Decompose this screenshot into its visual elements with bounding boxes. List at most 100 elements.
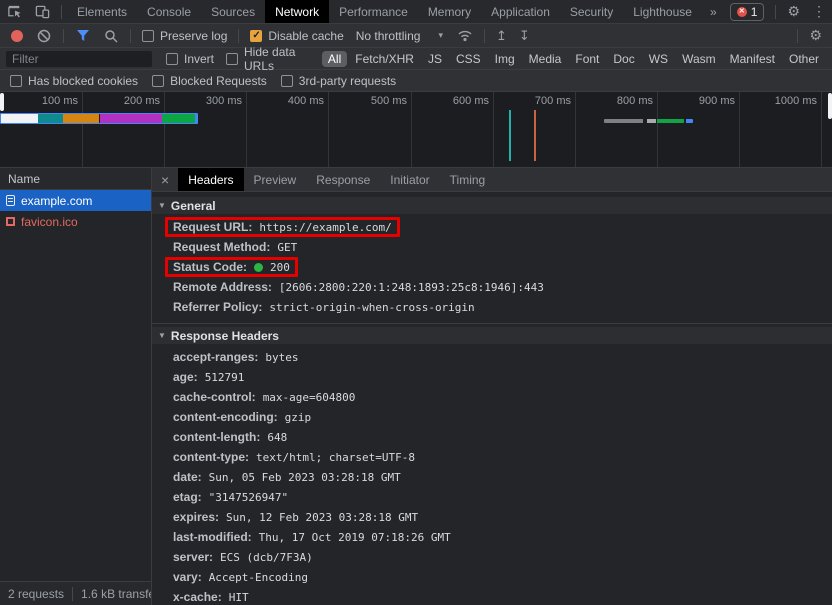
response-headers-section-header[interactable]: ▼ Response Headers — [152, 327, 832, 344]
close-icon[interactable]: × — [152, 172, 178, 188]
overview-gridline — [739, 92, 740, 167]
export-har-icon[interactable]: ↧ — [513, 28, 536, 44]
more-tabs-chevron[interactable]: » — [702, 5, 725, 19]
filter-option[interactable]: 3rd-party requests — [275, 74, 396, 88]
record-button[interactable] — [11, 30, 23, 42]
overview-request-bar[interactable] — [604, 119, 693, 123]
import-har-icon[interactable]: ↥ — [490, 28, 513, 44]
inspect-element-icon[interactable] — [6, 4, 22, 20]
resource-type-chip[interactable]: WS — [643, 51, 674, 67]
settings-gear-icon[interactable]: ⚙ — [781, 3, 806, 20]
overview-gridline — [411, 92, 412, 167]
overview-tick-label: 200 ms — [102, 95, 160, 107]
kebab-menu-icon[interactable]: ⋮ — [806, 3, 832, 20]
resource-type-chip[interactable]: All — [322, 51, 347, 67]
details-tab[interactable]: Preview — [244, 168, 307, 191]
details-tab[interactable]: Response — [306, 168, 380, 191]
disable-cache-label: Disable cache — [268, 29, 343, 43]
header-field-label: content-type: — [173, 450, 249, 464]
throttling-select[interactable]: No throttling — [356, 29, 421, 43]
resource-type-chip[interactable]: Doc — [607, 51, 640, 67]
filter-input[interactable] — [6, 51, 152, 67]
clear-icon[interactable] — [36, 28, 52, 44]
details-tab[interactable]: Initiator — [380, 168, 439, 191]
general-section-header[interactable]: ▼ General — [152, 197, 832, 214]
preserve-log-checkbox[interactable] — [142, 30, 154, 42]
error-count-badge[interactable]: ✕ 1 — [730, 3, 765, 21]
triangle-down-icon: ▼ — [158, 331, 166, 340]
overview-bar-segment — [162, 114, 195, 123]
overview-request-bar[interactable] — [0, 113, 198, 124]
network-filter-row: Invert Hide data URLs AllFetch/XHRJSCSSI… — [0, 48, 832, 70]
option-checkbox[interactable] — [152, 75, 164, 87]
device-toolbar-icon[interactable] — [34, 4, 50, 20]
header-field-value: 512791 — [205, 371, 245, 384]
network-summary-bar: 2 requests 1.6 kB transferred — [0, 581, 151, 605]
resource-type-chip[interactable]: Wasm — [676, 51, 722, 67]
details-tab[interactable]: Timing — [440, 168, 496, 191]
overview-tick-label: 400 ms — [266, 95, 324, 107]
header-field-label: last-modified: — [173, 530, 252, 544]
network-overview[interactable]: 100 ms200 ms300 ms400 ms500 ms600 ms700 … — [0, 92, 832, 168]
details-tab[interactable]: Headers — [178, 168, 243, 191]
devtools-panel-tab[interactable]: Elements — [67, 0, 137, 23]
resource-type-chip[interactable]: Manifest — [724, 51, 781, 67]
section-title: Response Headers — [171, 329, 279, 343]
resource-type-chip[interactable]: Font — [569, 51, 605, 67]
filter-option[interactable]: Has blocked cookies — [4, 74, 138, 88]
devtools-panel-tab[interactable]: Security — [560, 0, 623, 23]
resource-type-chip[interactable]: Img — [489, 51, 521, 67]
divider — [775, 5, 776, 19]
name-column-header[interactable]: Name — [0, 168, 151, 190]
overview-bar-segment — [38, 114, 63, 123]
header-field-value: Thu, 17 Oct 2019 07:18:26 GMT — [259, 531, 451, 544]
resource-type-chip[interactable]: JS — [422, 51, 448, 67]
devtools-panel-tab[interactable]: Performance — [329, 0, 418, 23]
resource-type-chip[interactable]: Other — [783, 51, 825, 67]
header-field: age: 512791 — [165, 367, 252, 387]
request-row-favicon[interactable]: favicon.ico — [0, 211, 151, 232]
header-field-label: x-cache: — [173, 590, 222, 604]
overview-right-handle[interactable] — [828, 93, 832, 119]
resource-type-chip[interactable]: Media — [523, 51, 568, 67]
devtools-window: ElementsConsoleSourcesNetworkPerformance… — [0, 0, 832, 605]
devtools-panel-tab[interactable]: Sources — [201, 0, 265, 23]
header-field: content-type: text/html; charset=UTF-8 — [165, 447, 423, 467]
header-field-label: date: — [173, 470, 202, 484]
error-count: 1 — [751, 5, 758, 19]
overview-gridline — [328, 92, 329, 167]
header-field-label: Request Method: — [173, 240, 270, 254]
network-settings-gear-icon[interactable]: ⚙ — [803, 27, 828, 44]
overview-left-handle[interactable] — [0, 93, 4, 111]
invert-checkbox[interactable] — [166, 53, 178, 65]
filter-option[interactable]: Blocked Requests — [146, 74, 267, 88]
chevron-down-icon[interactable]: ▾ — [438, 30, 443, 41]
devtools-panel-tab[interactable]: Lighthouse — [623, 0, 702, 23]
devtools-panel-tab[interactable]: Network — [265, 0, 329, 23]
option-checkbox[interactable] — [281, 75, 293, 87]
devtools-panel-tab[interactable]: Console — [137, 0, 201, 23]
search-icon[interactable] — [103, 28, 119, 44]
header-field: content-length: 648 — [165, 427, 295, 447]
hide-data-urls-checkbox[interactable] — [226, 53, 238, 65]
option-checkbox[interactable] — [10, 75, 22, 87]
header-field-label: content-encoding: — [173, 410, 278, 424]
network-conditions-icon[interactable] — [457, 28, 473, 44]
header-field-row: last-modified: Thu, 17 Oct 2019 07:18:26… — [173, 527, 832, 547]
resource-type-chip[interactable]: CSS — [450, 51, 487, 67]
header-field: server: ECS (dcb/7F3A) — [165, 547, 321, 567]
request-row-example[interactable]: example.com — [0, 190, 151, 211]
overview-bar-segment — [686, 119, 693, 123]
hide-data-urls-label: Hide data URLs — [244, 45, 315, 73]
devtools-panel-tab[interactable]: Memory — [418, 0, 481, 23]
triangle-down-icon: ▼ — [158, 201, 166, 210]
disable-cache-checkbox[interactable] — [250, 30, 262, 42]
option-label: Blocked Requests — [170, 74, 267, 88]
resource-type-chip[interactable]: Fetch/XHR — [349, 51, 420, 67]
filter-funnel-icon[interactable] — [75, 28, 91, 44]
header-field-value: [2606:2800:220:1:248:1893:25c8:1946]:443 — [279, 281, 544, 294]
header-field-value: https://example.com/ — [259, 221, 391, 234]
header-field: content-encoding: gzip — [165, 407, 319, 427]
devtools-panel-tab[interactable]: Application — [481, 0, 560, 23]
header-field: cache-control: max-age=604800 — [165, 387, 363, 407]
